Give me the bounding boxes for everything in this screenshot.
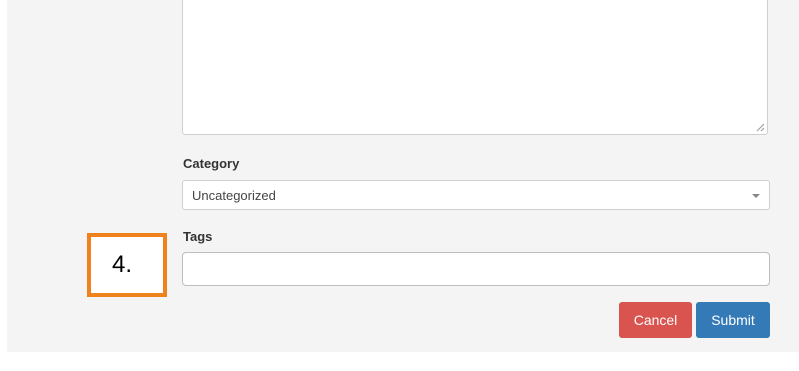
category-select[interactable]: Uncategorized (182, 180, 770, 210)
cancel-button[interactable]: Cancel (619, 302, 692, 338)
category-label: Category (183, 156, 240, 171)
submit-button[interactable]: Submit (696, 302, 770, 338)
chevron-down-icon (752, 194, 760, 198)
step-annotation-box: 4. (87, 233, 167, 297)
tags-label: Tags (183, 229, 213, 244)
category-selected-value: Uncategorized (192, 188, 276, 203)
tags-input[interactable] (182, 252, 770, 286)
step-number: 4. (112, 251, 133, 278)
resize-grip-icon[interactable] (756, 123, 765, 132)
description-textarea[interactable] (182, 0, 768, 135)
